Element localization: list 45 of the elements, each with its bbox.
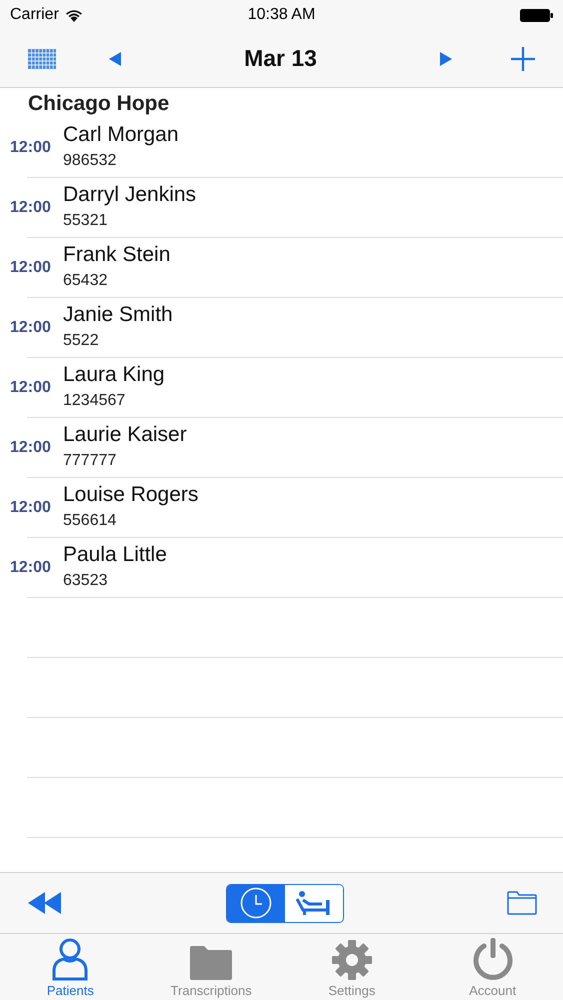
calendar-grid-icon bbox=[28, 48, 56, 68]
left-triangle-icon bbox=[108, 50, 122, 66]
clock-view-button[interactable] bbox=[226, 884, 284, 922]
date-title: Mar 13 bbox=[243, 45, 318, 72]
folder-icon bbox=[507, 891, 537, 915]
bed-icon bbox=[296, 890, 332, 916]
patient-name: Laurie Kaiser bbox=[63, 423, 187, 447]
appointment-time: 12:00 bbox=[9, 559, 52, 577]
patient-id: 556614 bbox=[63, 512, 118, 530]
patient-name: Darryl Jenkins bbox=[63, 183, 196, 207]
battery-icon bbox=[520, 8, 554, 22]
gear-icon bbox=[330, 939, 373, 981]
patient-id: 986532 bbox=[63, 152, 118, 170]
appointment-time: 12:00 bbox=[9, 499, 52, 517]
plus-icon bbox=[511, 46, 535, 70]
person-icon bbox=[50, 937, 90, 981]
tab[interactable]: Patients bbox=[0, 934, 141, 1000]
patient-name: Carl Morgan bbox=[63, 123, 179, 147]
patient-id: 5522 bbox=[63, 332, 100, 350]
power-icon bbox=[472, 937, 514, 981]
folder-icon bbox=[189, 945, 234, 981]
patient-name: Janie Smith bbox=[63, 303, 173, 327]
wifi-icon bbox=[64, 8, 83, 22]
appointment-time: 12:00 bbox=[9, 439, 52, 457]
appointment-time: 12:00 bbox=[9, 259, 52, 277]
carrier-label: Carrier bbox=[10, 6, 59, 24]
rewind-icon bbox=[28, 892, 62, 914]
patient-name: Louise Rogers bbox=[63, 483, 198, 507]
clock-icon bbox=[240, 887, 272, 919]
patient-id: 55321 bbox=[63, 212, 108, 230]
patient-id: 777777 bbox=[63, 452, 118, 470]
bed-view-button[interactable] bbox=[284, 884, 342, 922]
appointment-time: 12:00 bbox=[9, 319, 52, 337]
appointment-time: 12:00 bbox=[9, 199, 52, 217]
patient-name: Frank Stein bbox=[63, 243, 170, 267]
patient-name: Laura King bbox=[63, 363, 165, 387]
patient-name: Paula Little bbox=[63, 543, 167, 567]
appointment-time: 12:00 bbox=[9, 139, 52, 157]
patient-id: 65432 bbox=[63, 272, 108, 290]
group-title: Chicago Hope bbox=[27, 91, 170, 117]
appointment-time: 12:00 bbox=[9, 379, 52, 397]
patient-id: 1234567 bbox=[63, 392, 126, 410]
patient-id: 63523 bbox=[63, 572, 108, 590]
right-triangle-icon bbox=[439, 50, 453, 66]
status-time: 10:38 AM bbox=[248, 6, 316, 24]
